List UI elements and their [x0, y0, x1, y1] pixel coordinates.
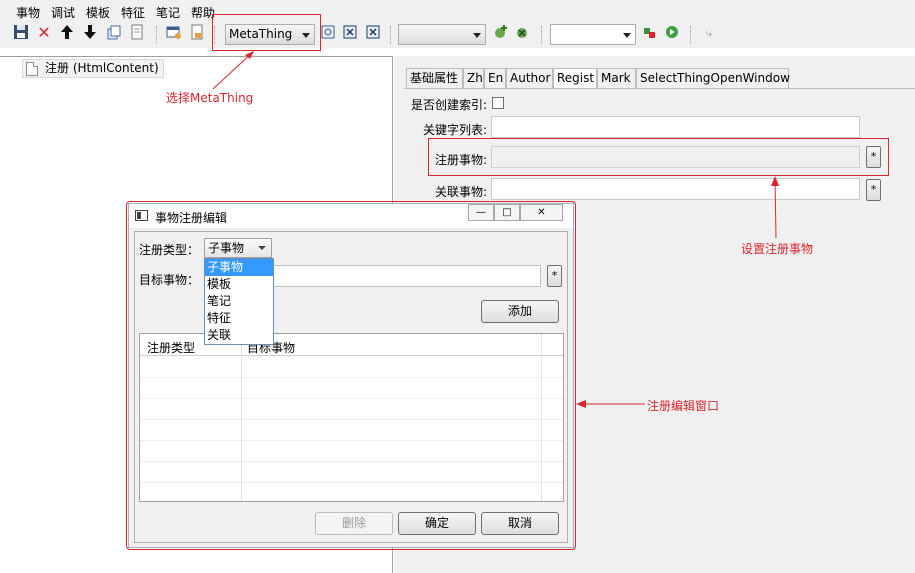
- minimize-button[interactable]: —: [468, 204, 494, 221]
- related-browse-button[interactable]: *: [866, 179, 881, 201]
- grid-column-divider: [241, 334, 242, 501]
- menu-thing[interactable]: 事物: [16, 4, 40, 21]
- toolbar-separator: [156, 26, 157, 44]
- tab-en[interactable]: En: [484, 68, 506, 88]
- keywords-label: 关键字列表:: [423, 123, 488, 137]
- dialog-title: 事物注册编辑: [155, 211, 228, 225]
- tab-mark[interactable]: Mark: [597, 68, 636, 88]
- close-box-alt-icon[interactable]: [364, 24, 382, 42]
- tab-regist[interactable]: Regist: [553, 68, 597, 88]
- arrow-up-icon[interactable]: [58, 24, 76, 42]
- tab-zh[interactable]: Zh: [463, 68, 484, 88]
- annotation-select-metathing: 选择MetaThing: [166, 91, 254, 105]
- dialog-titlebar[interactable]: 事物注册编辑 — □ ✕: [129, 204, 573, 228]
- delete-icon[interactable]: ✕: [35, 24, 53, 42]
- add-button[interactable]: 添加: [481, 300, 559, 323]
- table-row: [140, 377, 563, 378]
- pin-icon[interactable]: ⤷: [700, 24, 718, 42]
- keywords-field[interactable]: [491, 116, 860, 138]
- dropdown-option-note[interactable]: 笔记: [205, 293, 273, 310]
- add-icon[interactable]: [492, 24, 510, 42]
- toolbar-separator: [541, 26, 542, 44]
- grid-header-type[interactable]: 注册类型: [147, 339, 195, 356]
- tab-author[interactable]: Author: [506, 68, 553, 88]
- third-combo[interactable]: [550, 24, 636, 45]
- table-row: [140, 419, 563, 420]
- annotation-set-register: 设置注册事物: [741, 242, 814, 256]
- menu-note[interactable]: 笔记: [156, 4, 180, 21]
- toolbar-separator: [690, 26, 691, 44]
- dropdown-option-child-thing[interactable]: 子事物: [205, 259, 273, 276]
- register-type-value: 子事物: [208, 241, 245, 255]
- delete-button[interactable]: 删除: [315, 512, 393, 535]
- note-icon[interactable]: [188, 24, 206, 42]
- arrow-down-icon[interactable]: [81, 24, 99, 42]
- run-icon[interactable]: [663, 24, 681, 42]
- grid-column-divider: [541, 334, 542, 501]
- menu-debug[interactable]: 调试: [51, 4, 75, 21]
- close-button[interactable]: ✕: [520, 204, 563, 221]
- index-checkbox[interactable]: [492, 97, 504, 109]
- document-icon[interactable]: [128, 24, 146, 42]
- table-row: [140, 461, 563, 462]
- annotation-edit-window: 注册编辑窗口: [647, 399, 720, 413]
- annotation-box-register: [428, 138, 889, 176]
- table-row: [140, 440, 563, 441]
- dropdown-option-related[interactable]: 关联: [205, 327, 273, 344]
- tree-node-label: 注册 (HtmlContent): [45, 61, 159, 75]
- table-row: [140, 398, 563, 399]
- target-browse-button[interactable]: *: [547, 265, 562, 287]
- menu-bar: 事物 调试 模板 特征 笔记 帮助: [0, 0, 915, 22]
- dropdown-option-template[interactable]: 模板: [205, 276, 273, 293]
- save-icon[interactable]: [12, 24, 30, 42]
- chevron-down-icon: [258, 246, 266, 250]
- register-type-combo[interactable]: 子事物: [204, 238, 272, 258]
- related-field[interactable]: [491, 178, 860, 200]
- target-thing-label: 目标事物：: [139, 273, 200, 287]
- maximize-button[interactable]: □: [494, 204, 520, 221]
- register-type-dropdown: 子事物 模板 笔记 特征 关联: [204, 258, 274, 345]
- register-type-label: 注册类型：: [139, 243, 200, 257]
- close-box-icon[interactable]: [341, 24, 359, 42]
- tab-basic[interactable]: 基础属性: [406, 68, 463, 88]
- menu-template[interactable]: 模板: [86, 4, 110, 21]
- tree-node-register[interactable]: 注册 (HtmlContent): [22, 59, 164, 78]
- window-icon[interactable]: [165, 24, 183, 42]
- copy-icon[interactable]: [105, 24, 123, 42]
- tab-divider: [404, 88, 915, 89]
- ok-button[interactable]: 确定: [398, 512, 476, 535]
- menu-feature[interactable]: 特征: [121, 4, 145, 21]
- register-grid: 注册类型 目标事物: [139, 333, 564, 502]
- chevron-down-icon: [623, 33, 631, 38]
- toolbar-separator: [390, 26, 391, 44]
- refresh-icon[interactable]: [319, 24, 337, 42]
- stop-icon[interactable]: [640, 24, 658, 42]
- table-row: [140, 482, 563, 483]
- cancel-button[interactable]: 取消: [481, 512, 559, 535]
- secondary-combo[interactable]: [398, 24, 486, 45]
- index-label: 是否创建索引:: [411, 98, 488, 112]
- document-icon: [26, 62, 38, 76]
- annotation-box-metathing: [212, 14, 321, 51]
- tab-select-thing-open-window[interactable]: SelectThingOpenWindow: [636, 68, 790, 88]
- chevron-down-icon: [473, 33, 481, 38]
- window-icon: [135, 210, 148, 221]
- remove-icon[interactable]: [514, 24, 532, 42]
- dropdown-option-feature[interactable]: 特征: [205, 310, 273, 327]
- related-label: 关联事物:: [435, 185, 488, 199]
